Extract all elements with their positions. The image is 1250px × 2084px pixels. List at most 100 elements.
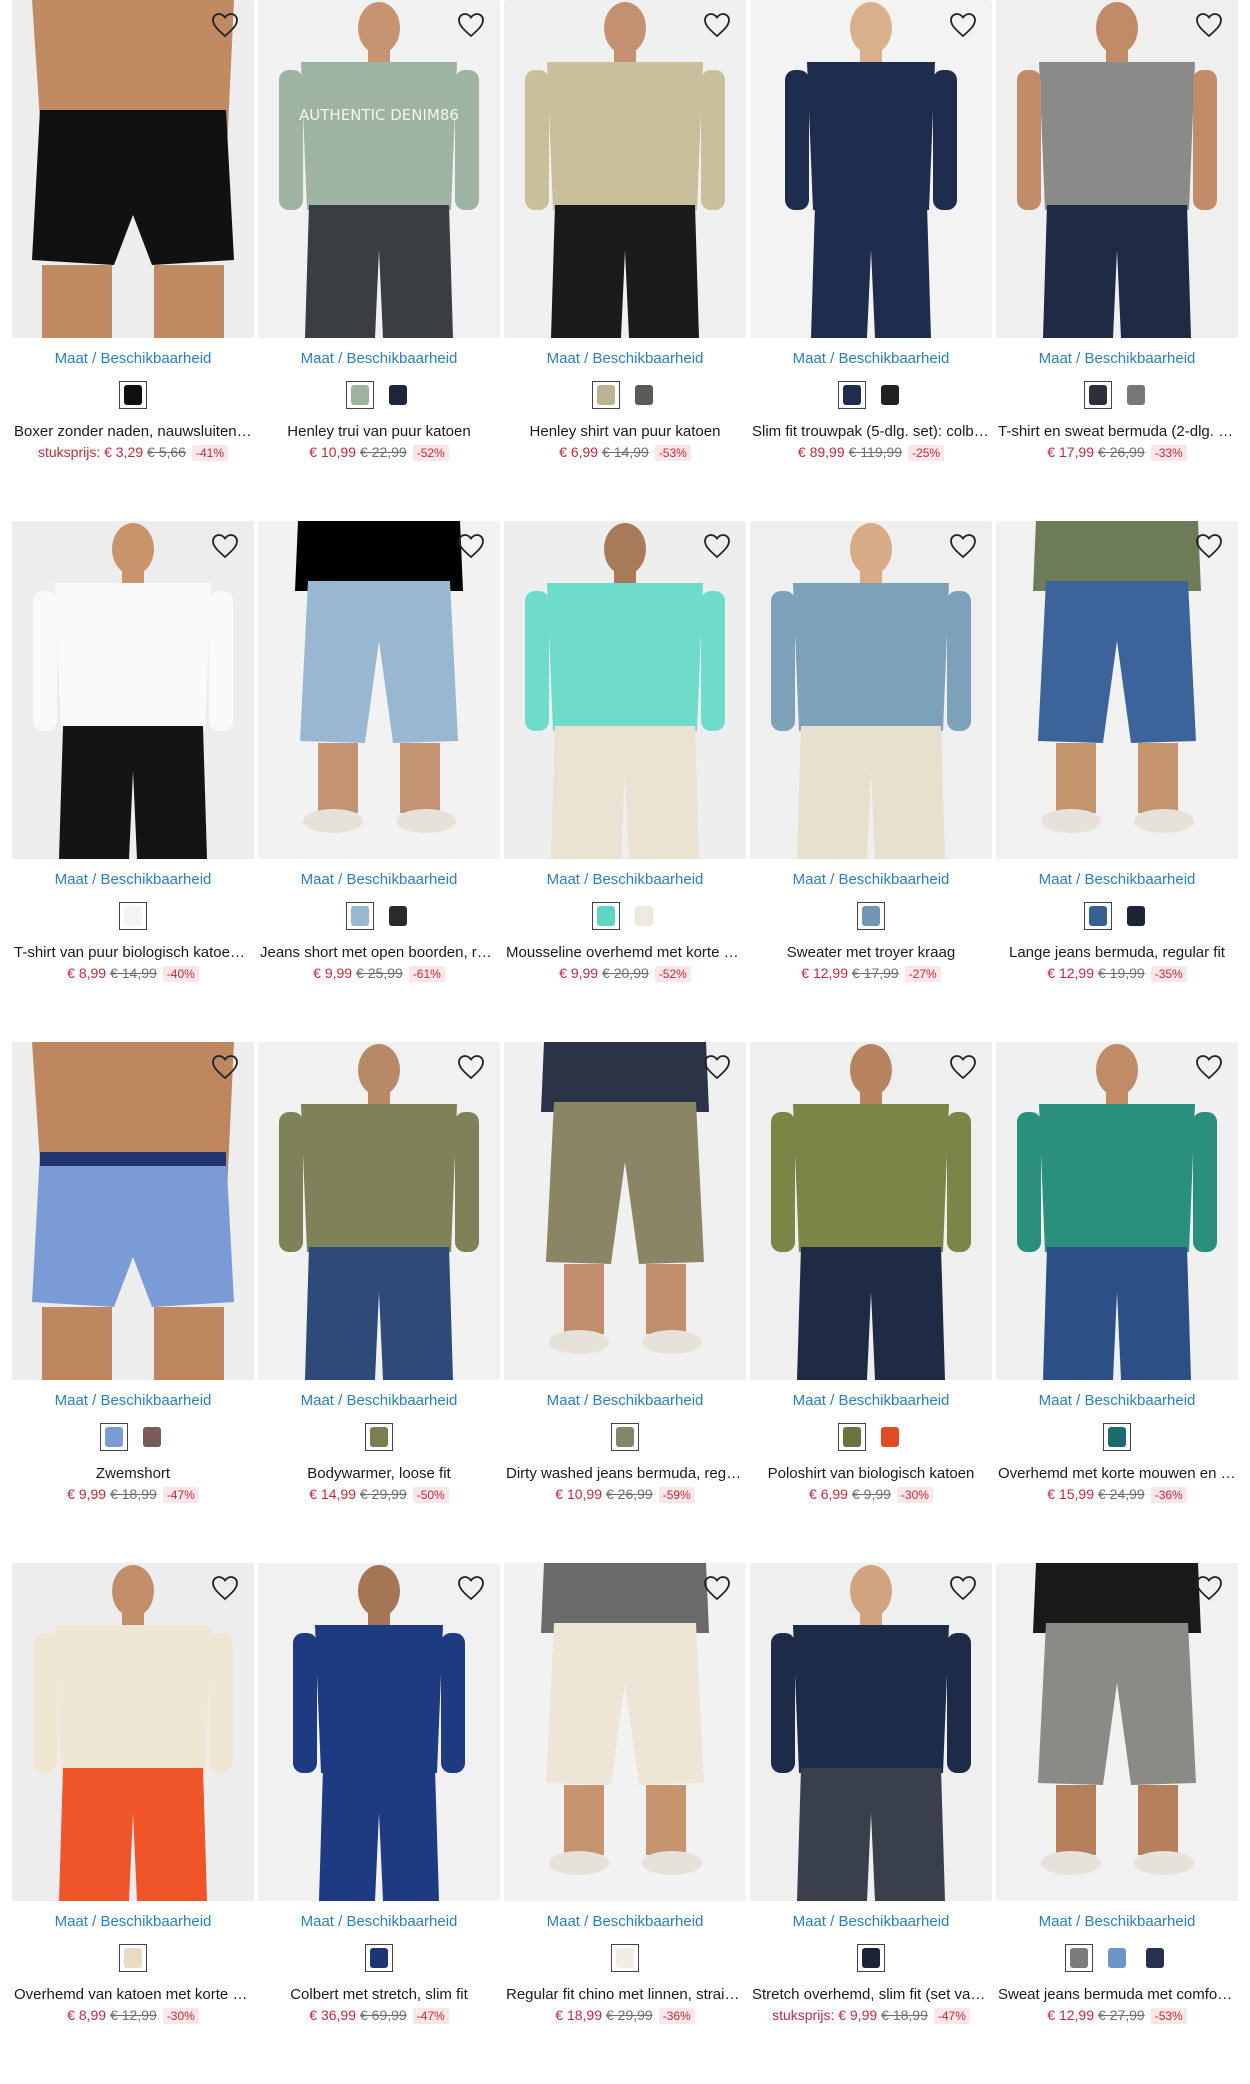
product-card[interactable]: Maat / Beschikbaarheid Mousseline overhem…	[504, 521, 746, 1042]
color-swatch[interactable]	[384, 381, 412, 409]
color-swatch[interactable]	[592, 902, 620, 930]
product-title[interactable]: Boxer zonder naden, nauwsluitend ...	[12, 423, 254, 440]
product-title[interactable]: Lange jeans bermuda, regular fit	[996, 944, 1238, 961]
color-swatch[interactable]	[346, 902, 374, 930]
product-card[interactable]: Maat / Beschikbaarheid Henley shirt van p…	[504, 0, 746, 521]
product-card[interactable]: Maat / Beschikbaarheid Bodywarmer, loose …	[258, 1042, 500, 1563]
size-availability-link[interactable]: Maat / Beschikbaarheid	[996, 350, 1238, 367]
product-card[interactable]: Maat / Beschikbaarheid Poloshirt van biol…	[750, 1042, 992, 1563]
product-image[interactable]	[258, 1042, 500, 1380]
product-card[interactable]: Maat / Beschikbaarheid T-shirt van puur b…	[12, 521, 254, 1042]
color-swatch[interactable]	[630, 381, 658, 409]
product-image[interactable]	[12, 1563, 254, 1901]
product-title[interactable]: Regular fit chino met linnen, straight	[504, 1986, 746, 2003]
product-title[interactable]: Henley shirt van puur katoen	[504, 423, 746, 440]
size-availability-link[interactable]: Maat / Beschikbaarheid	[504, 1392, 746, 1409]
wishlist-heart-icon[interactable]	[456, 531, 486, 561]
product-card[interactable]: Maat / Beschikbaarheid Lange jeans bermud…	[996, 521, 1238, 1042]
color-swatch[interactable]	[857, 902, 885, 930]
size-availability-link[interactable]: Maat / Beschikbaarheid	[750, 1913, 992, 1930]
product-card[interactable]: Maat / Beschikbaarheid Sweat jeans bermud…	[996, 1563, 1238, 2084]
product-image[interactable]	[504, 1042, 746, 1380]
color-swatch[interactable]	[630, 902, 658, 930]
wishlist-heart-icon[interactable]	[702, 531, 732, 561]
wishlist-heart-icon[interactable]	[948, 10, 978, 40]
wishlist-heart-icon[interactable]	[702, 1052, 732, 1082]
product-image[interactable]	[996, 1563, 1238, 1901]
size-availability-link[interactable]: Maat / Beschikbaarheid	[12, 1392, 254, 1409]
product-title[interactable]: Sweater met troyer kraag	[750, 944, 992, 961]
color-swatch[interactable]	[876, 1423, 904, 1451]
color-swatch[interactable]	[857, 1944, 885, 1972]
product-image[interactable]	[996, 0, 1238, 338]
product-image[interactable]	[750, 0, 992, 338]
product-image[interactable]	[258, 521, 500, 859]
product-card[interactable]: Maat / Beschikbaarheid Sweater met troyer…	[750, 521, 992, 1042]
color-swatch[interactable]	[592, 381, 620, 409]
color-swatch[interactable]	[1103, 1423, 1131, 1451]
wishlist-heart-icon[interactable]	[210, 10, 240, 40]
product-card[interactable]: Maat / Beschikbaarheid Colbert met stretc…	[258, 1563, 500, 2084]
color-swatch[interactable]	[384, 902, 412, 930]
color-swatch[interactable]	[1122, 902, 1150, 930]
wishlist-heart-icon[interactable]	[1194, 10, 1224, 40]
color-swatch[interactable]	[119, 902, 147, 930]
size-availability-link[interactable]: Maat / Beschikbaarheid	[258, 1392, 500, 1409]
product-title[interactable]: Zwemshort	[12, 1465, 254, 1482]
color-swatch[interactable]	[611, 1423, 639, 1451]
color-swatch[interactable]	[1084, 381, 1112, 409]
wishlist-heart-icon[interactable]	[948, 531, 978, 561]
size-availability-link[interactable]: Maat / Beschikbaarheid	[504, 1913, 746, 1930]
color-swatch[interactable]	[119, 1944, 147, 1972]
product-title[interactable]: Bodywarmer, loose fit	[258, 1465, 500, 1482]
product-card[interactable]: Maat / Beschikbaarheid Jeans short met op…	[258, 521, 500, 1042]
product-card[interactable]: Maat / Beschikbaarheid Boxer zonder naden…	[12, 0, 254, 521]
color-swatch[interactable]	[346, 381, 374, 409]
product-card[interactable]: Maat / Beschikbaarheid Zwemshort € 9,99 € 1…	[12, 1042, 254, 1563]
color-swatch[interactable]	[138, 1423, 166, 1451]
wishlist-heart-icon[interactable]	[948, 1573, 978, 1603]
size-availability-link[interactable]: Maat / Beschikbaarheid	[504, 871, 746, 888]
product-image[interactable]	[504, 0, 746, 338]
product-card[interactable]: Maat / Beschikbaarheid T-shirt en sweat b…	[996, 0, 1238, 521]
size-availability-link[interactable]: Maat / Beschikbaarheid	[258, 1913, 500, 1930]
product-image[interactable]: AUTHENTIC DENIM86	[258, 0, 500, 338]
wishlist-heart-icon[interactable]	[1194, 531, 1224, 561]
product-title[interactable]: Henley trui van puur katoen	[258, 423, 500, 440]
wishlist-heart-icon[interactable]	[456, 1052, 486, 1082]
color-swatch[interactable]	[611, 1944, 639, 1972]
size-availability-link[interactable]: Maat / Beschikbaarheid	[258, 871, 500, 888]
product-card[interactable]: Maat / Beschikbaarheid Overhemd met korte…	[996, 1042, 1238, 1563]
color-swatch[interactable]	[100, 1423, 128, 1451]
color-swatch[interactable]	[838, 381, 866, 409]
product-card[interactable]: Maat / Beschikbaarheid Slim fit trouwpak …	[750, 0, 992, 521]
size-availability-link[interactable]: Maat / Beschikbaarheid	[504, 350, 746, 367]
product-title[interactable]: Sweat jeans bermuda met comfort ...	[996, 1986, 1238, 2003]
product-title[interactable]: Slim fit trouwpak (5-dlg. set): colbe...	[750, 423, 992, 440]
product-title[interactable]: Mousseline overhemd met korte m...	[504, 944, 746, 961]
product-card[interactable]: Maat / Beschikbaarheid Regular fit chino …	[504, 1563, 746, 2084]
size-availability-link[interactable]: Maat / Beschikbaarheid	[750, 871, 992, 888]
size-availability-link[interactable]: Maat / Beschikbaarheid	[12, 350, 254, 367]
wishlist-heart-icon[interactable]	[702, 10, 732, 40]
product-image[interactable]	[12, 521, 254, 859]
color-swatch[interactable]	[1141, 1944, 1169, 1972]
product-image[interactable]	[996, 521, 1238, 859]
size-availability-link[interactable]: Maat / Beschikbaarheid	[750, 1392, 992, 1409]
size-availability-link[interactable]: Maat / Beschikbaarheid	[258, 350, 500, 367]
color-swatch[interactable]	[365, 1423, 393, 1451]
product-image[interactable]	[12, 1042, 254, 1380]
product-card[interactable]: AUTHENTIC DENIM86 Maat / Beschikbaarheid H…	[258, 0, 500, 521]
color-swatch[interactable]	[119, 381, 147, 409]
wishlist-heart-icon[interactable]	[948, 1052, 978, 1082]
product-title[interactable]: Overhemd van katoen met korte m...	[12, 1986, 254, 2003]
product-title[interactable]: T-shirt van puur biologisch katoen, ...	[12, 944, 254, 961]
product-title[interactable]: Stretch overhemd, slim fit (set van 2)	[750, 1986, 992, 2003]
product-title[interactable]: Colbert met stretch, slim fit	[258, 1986, 500, 2003]
size-availability-link[interactable]: Maat / Beschikbaarheid	[750, 350, 992, 367]
wishlist-heart-icon[interactable]	[210, 1573, 240, 1603]
product-image[interactable]	[12, 0, 254, 338]
wishlist-heart-icon[interactable]	[1194, 1573, 1224, 1603]
product-image[interactable]	[504, 1563, 746, 1901]
size-availability-link[interactable]: Maat / Beschikbaarheid	[996, 871, 1238, 888]
